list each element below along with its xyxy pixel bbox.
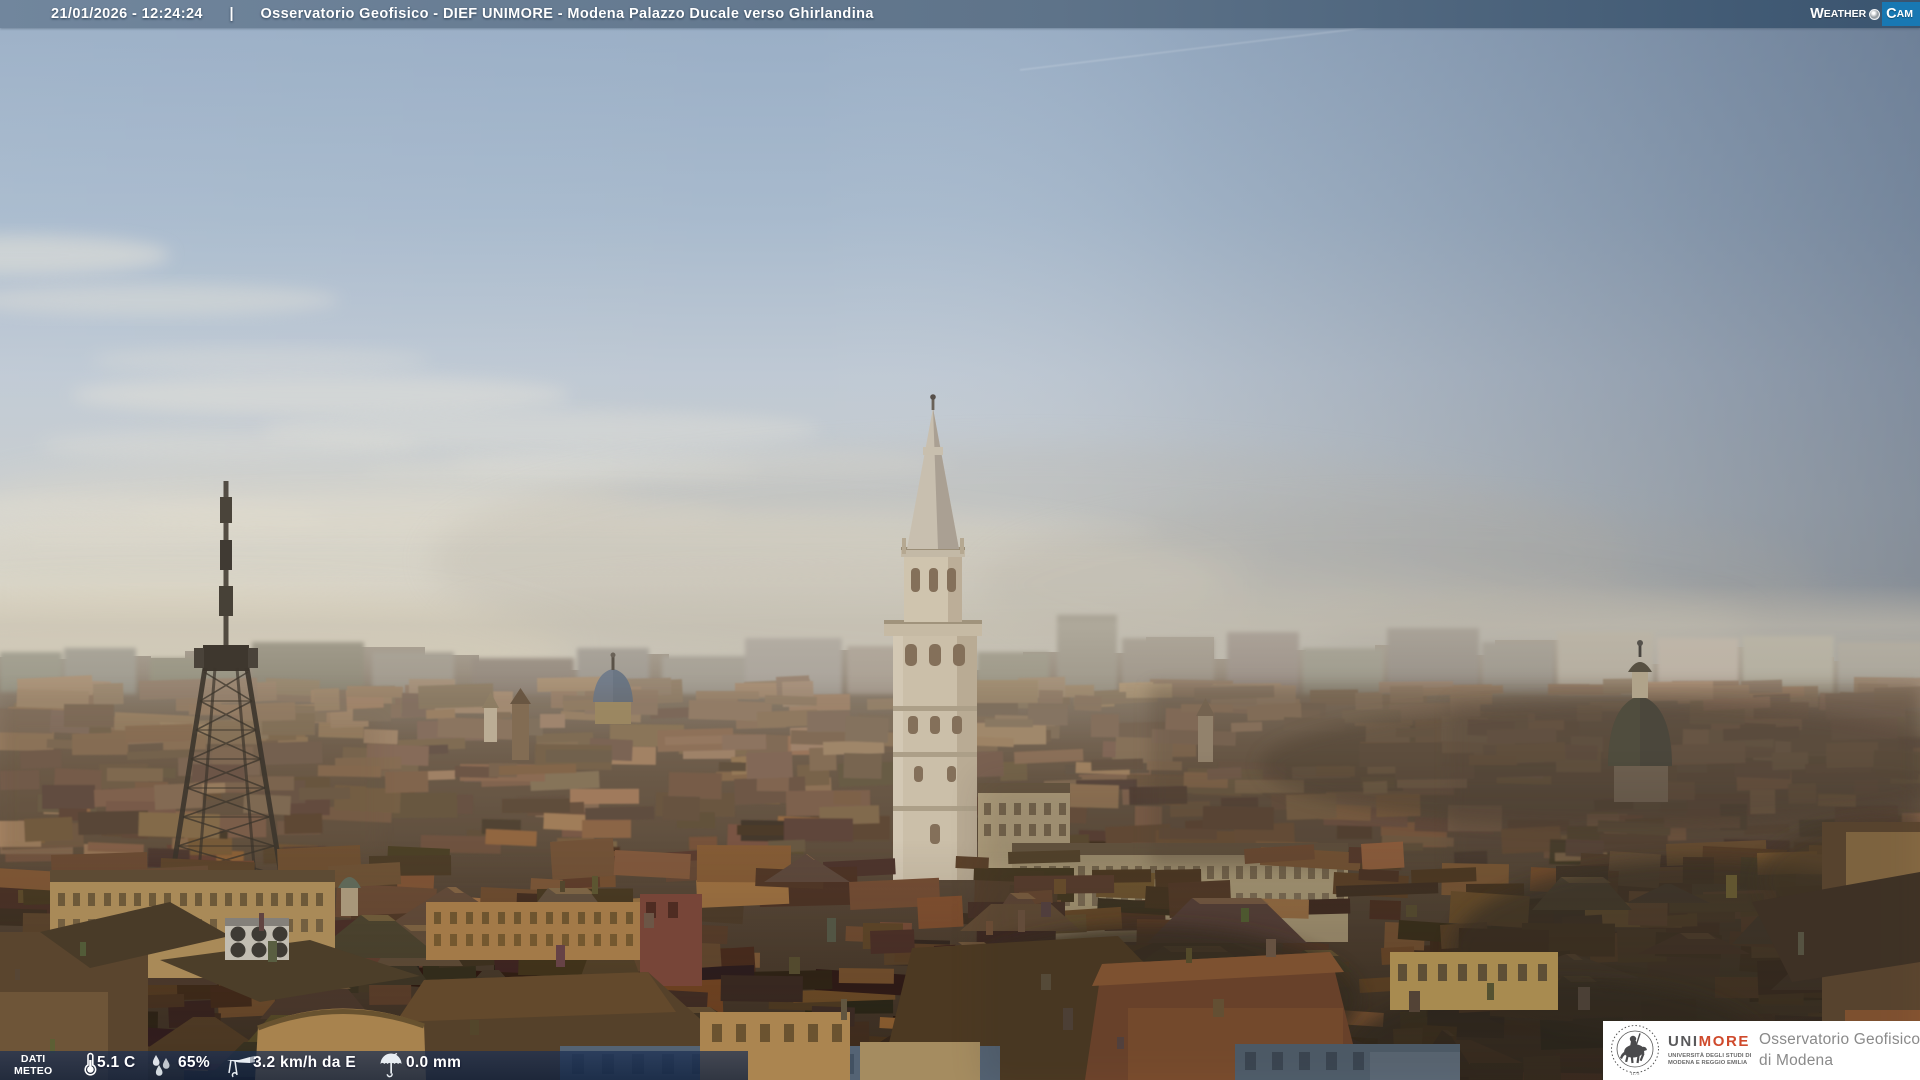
svg-text:1175: 1175 [1631,1071,1641,1076]
